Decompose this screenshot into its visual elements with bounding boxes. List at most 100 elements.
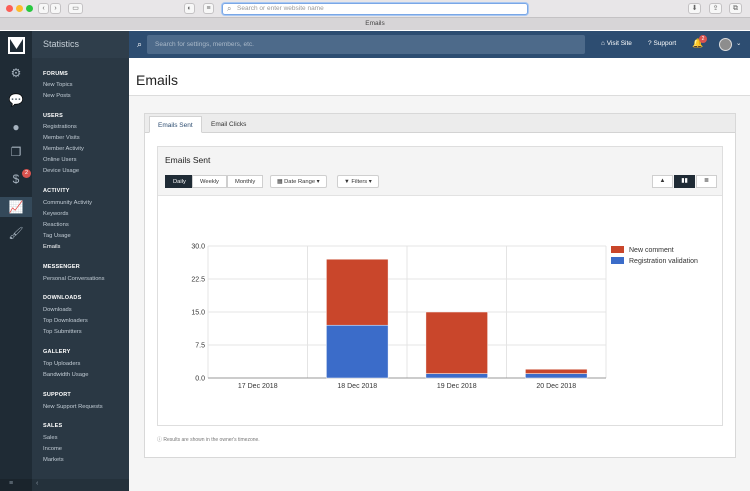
back-icon[interactable]: ‹ [38, 3, 49, 14]
sidebar-item-top-uploaders[interactable]: Top Uploaders [43, 361, 80, 367]
x-tick-label: 17 Dec 2018 [238, 383, 278, 390]
sidebar-section-users: USERS [43, 113, 63, 119]
sidebar-item-income[interactable]: Income [43, 446, 62, 452]
sidebar-section-messenger: MESSENGER [43, 264, 80, 270]
chart-grid [207, 245, 607, 379]
sidebar-item-sales[interactable]: Sales [43, 435, 58, 441]
table-view-button[interactable]: ≣ [696, 175, 717, 188]
downloads-icon[interactable]: ⬇ [688, 3, 701, 14]
sidebar-item-keywords[interactable]: Keywords [43, 211, 68, 217]
bar-registration-validation [525, 373, 588, 379]
forward-icon[interactable]: › [50, 3, 61, 14]
browser-tab[interactable]: Emails [0, 17, 750, 30]
emails-sent-chart: 0.0 7.5 15.0 22.5 30.0 17 Dec 2018 18 Dec 2018… [191, 244, 698, 391]
calendar-icon: ▦ [277, 179, 283, 185]
sidebar-item-member-activity[interactable]: Member Activity [43, 146, 84, 152]
chevron-down-icon[interactable]: ⌄ [736, 39, 741, 47]
sidebar-item-downloads[interactable]: Downloads [43, 307, 72, 313]
sidebar-section-forums: FORUMS [43, 71, 69, 77]
bar-registration-validation [326, 324, 389, 379]
admin-search-input[interactable] [147, 35, 585, 54]
share-icon[interactable]: ⇪ [709, 3, 722, 14]
logo-icon[interactable] [8, 37, 25, 54]
zoom-window-button[interactable] [26, 5, 33, 12]
main-content: Emails Emails Sent Email Clicks Emails S… [129, 58, 750, 491]
date-range-dropdown[interactable]: ▦ Date Range ▾ [270, 175, 327, 188]
forums-chat-icon[interactable]: 💬 [8, 92, 24, 108]
sidebar-section-downloads: DOWNLOADS [43, 295, 82, 301]
close-window-button[interactable] [6, 5, 13, 12]
bar-chart-button[interactable]: ▮▮ [674, 175, 695, 188]
sidebar-item-device-usage[interactable]: Device Usage [43, 168, 79, 174]
x-tick-label: 20 Dec 2018 [536, 383, 576, 390]
statistics-sidebar: Statistics FORUMS New Topics New Posts U… [32, 31, 129, 491]
bar-new-comment [425, 311, 488, 374]
menu-icon[interactable]: ≡ [9, 480, 13, 487]
chart-bars [326, 258, 588, 379]
users-icon[interactable]: ● [8, 119, 24, 135]
bar-new-comment [525, 368, 588, 374]
bar-registration-validation [425, 373, 488, 379]
sidebar-item-tag-usage[interactable]: Tag Usage [43, 233, 71, 239]
sidebar-item-registrations[interactable]: Registrations [43, 124, 77, 130]
setup-gears-icon[interactable]: ⚙ [8, 65, 24, 81]
sidebar-section-activity: ACTIVITY [43, 188, 70, 194]
privacy-icon[interactable]: ◐ [184, 3, 195, 14]
sidebar-title: Statistics [32, 31, 129, 58]
weekly-button[interactable]: Weekly [192, 175, 227, 188]
sidebar-item-new-support-requests[interactable]: New Support Requests [43, 404, 103, 410]
sidebar-toggle-icon[interactable]: ▭ [68, 3, 83, 14]
legend-swatch [611, 257, 624, 264]
sidebar-item-new-posts[interactable]: New Posts [43, 93, 71, 99]
y-tick-label: 22.5 [191, 277, 205, 284]
area-chart-button[interactable]: ▲ [652, 175, 673, 188]
sidebar-item-markets[interactable]: Markets [43, 457, 64, 463]
y-tick-label: 30.0 [191, 244, 205, 251]
chart-legend: New comment Registration validation [611, 246, 698, 265]
page-title: Emails [136, 72, 179, 88]
filter-icon: ▼ [344, 179, 350, 185]
collapse-icon: ‹ [36, 480, 39, 487]
app-icon-rail: ⚙ 💬 ● ❐ $ 2 📈 🖌 ≡ [0, 31, 32, 491]
stats-block: Emails Sent Daily Weekly Monthly ▦ Date … [157, 146, 723, 426]
rail-footer: ≡ [0, 479, 32, 491]
monthly-button[interactable]: Monthly [227, 175, 264, 188]
bar-new-comment [326, 258, 389, 326]
sidebar-collapse-bar[interactable]: ‹ [32, 479, 129, 491]
search-icon: ⌕ [137, 39, 143, 49]
sidebar-item-top-downloaders[interactable]: Top Downloaders [43, 318, 88, 324]
brush-icon[interactable]: 🖌 [8, 225, 24, 241]
reader-icon[interactable]: ≡ [203, 3, 214, 14]
statistics-chart-icon[interactable]: 📈 [0, 197, 32, 217]
support-link[interactable]: ? Support [648, 40, 676, 47]
content-copy-icon[interactable]: ❐ [8, 144, 24, 160]
sidebar-item-personal-conversations[interactable]: Personal Conversations [43, 276, 105, 282]
sidebar-section-support: SUPPORT [43, 392, 71, 398]
legend-swatch [611, 246, 624, 253]
page-header: Emails [129, 58, 750, 96]
filters-dropdown[interactable]: ▼ Filters ▾ [337, 175, 379, 188]
search-icon: ⌕ [227, 4, 232, 13]
sidebar-item-online-users[interactable]: Online Users [43, 157, 77, 163]
sidebar-item-member-visits[interactable]: Member Visits [43, 135, 80, 141]
tab-emails-sent[interactable]: Emails Sent [149, 116, 202, 133]
sidebar-section-sales: SALES [43, 423, 63, 429]
sidebar-item-community-activity[interactable]: Community Activity [43, 200, 92, 206]
admin-topbar: ⌕ ⌂ Visit Site ? Support 🔔 2 ⌄ [129, 31, 750, 58]
sidebar-item-reactions[interactable]: Reactions [43, 222, 69, 228]
sidebar-item-emails[interactable]: Emails [43, 244, 60, 250]
avatar[interactable] [719, 38, 732, 51]
sales-badge: 2 [22, 169, 31, 178]
sidebar-item-bandwidth-usage[interactable]: Bandwidth Usage [43, 372, 88, 378]
minimize-window-button[interactable] [16, 5, 23, 12]
tab-email-clicks[interactable]: Email Clicks [203, 116, 254, 133]
visit-site-link[interactable]: ⌂ Visit Site [601, 40, 632, 47]
daily-button[interactable]: Daily [165, 175, 194, 188]
timezone-note: ⓘ Results are shown in the owner's timez… [157, 437, 260, 443]
sidebar-item-top-submitters[interactable]: Top Submitters [43, 329, 82, 335]
tabs-icon[interactable]: ⧉ [729, 3, 742, 14]
y-tick-label: 0.0 [195, 376, 205, 383]
y-tick-label: 7.5 [195, 343, 205, 350]
sidebar-item-new-topics[interactable]: New Topics [43, 82, 73, 88]
url-bar[interactable]: ⌕ Search or enter website name [222, 3, 528, 15]
